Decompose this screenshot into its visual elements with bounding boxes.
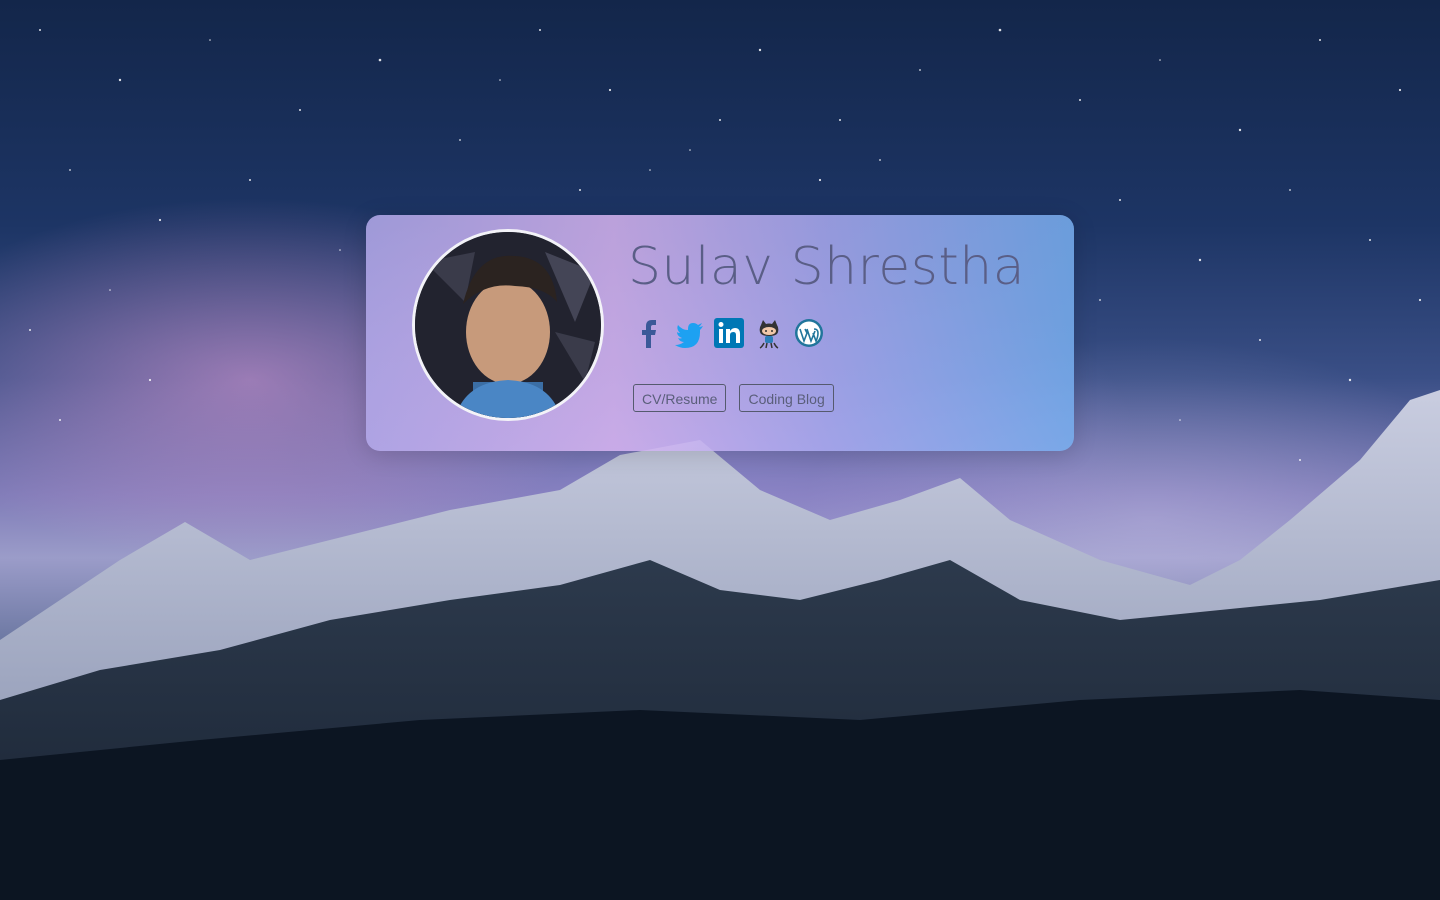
social-links	[634, 317, 824, 349]
wordpress-link[interactable]	[794, 317, 824, 349]
github-link[interactable]	[754, 317, 784, 349]
avatar-portrait-icon	[415, 232, 601, 418]
twitter-link[interactable]	[674, 317, 704, 349]
facebook-icon	[642, 320, 656, 348]
wordpress-icon	[795, 319, 823, 347]
coding-blog-button[interactable]: Coding Blog	[739, 384, 834, 412]
twitter-icon	[675, 323, 703, 348]
linkedin-link[interactable]	[714, 317, 744, 349]
linkedin-icon	[714, 318, 744, 348]
cv-resume-button[interactable]: CV/Resume	[633, 384, 727, 412]
avatar	[412, 229, 604, 421]
github-octocat-icon	[759, 320, 779, 349]
action-buttons: CV/Resume Coding Blog	[633, 384, 834, 412]
facebook-link[interactable]	[634, 317, 664, 349]
profile-card: Sulav Shrestha CV/Resume Coding Blog	[366, 215, 1074, 451]
profile-name: Sulav Shrestha	[628, 237, 1026, 297]
